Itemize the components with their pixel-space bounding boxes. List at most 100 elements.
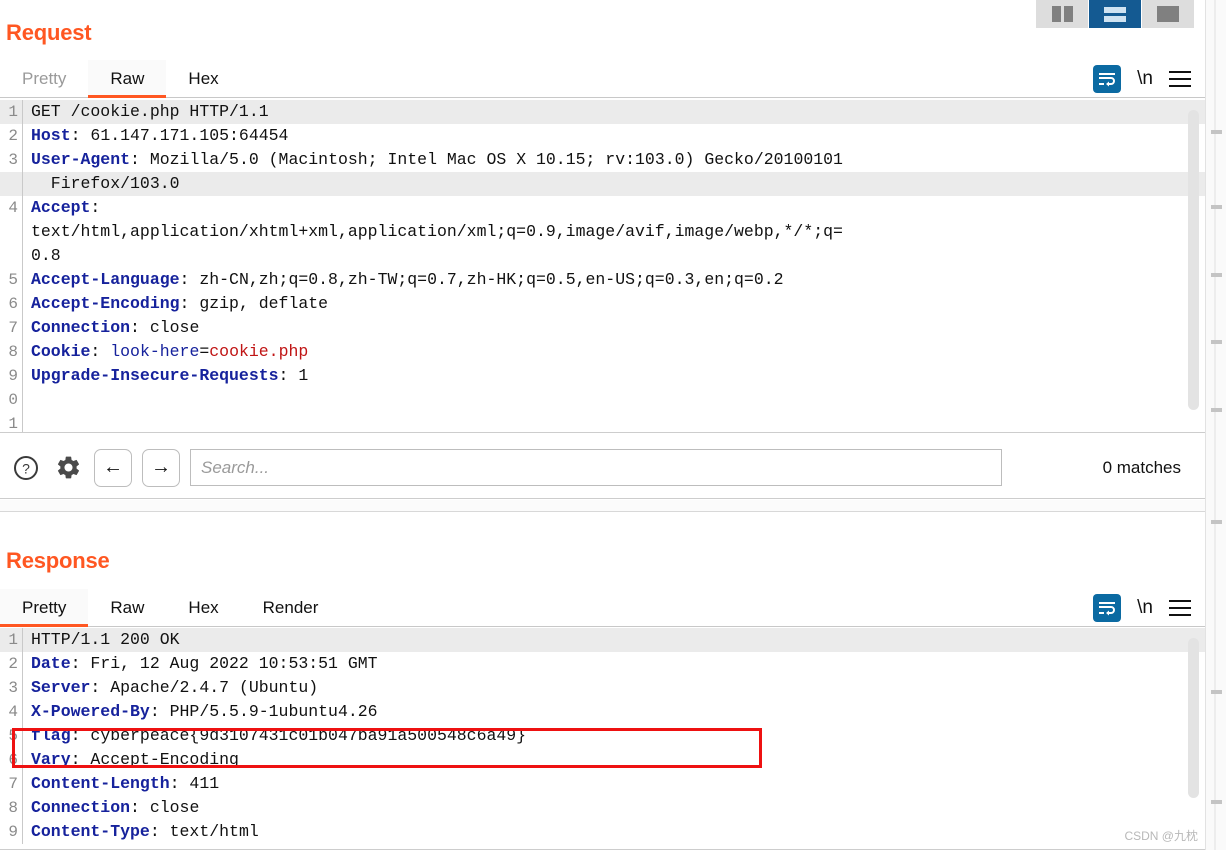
- code-segment: Cookie: [31, 342, 91, 361]
- code-line-text: flag: cyberpeace{9d3107431c01b047ba91a50…: [23, 724, 1205, 748]
- request-tab-pretty[interactable]: Pretty: [0, 60, 88, 97]
- response-tab-raw[interactable]: Raw: [88, 589, 166, 626]
- code-line-text: Connection: close: [23, 796, 1205, 820]
- code-segment: Connection: [31, 318, 131, 337]
- code-line-text: Cookie: look-here=cookie.php: [23, 340, 1205, 364]
- request-tab-actions: \n: [1093, 60, 1205, 97]
- gutter-separator: [22, 412, 23, 432]
- code-segment: : PHP/5.5.9-1ubuntu4.26: [149, 702, 378, 721]
- request-lines: 1 GET /cookie.php HTTP/1.1 2 Host: 61.147.1…: [0, 100, 1205, 432]
- code-line-text: Content-Length: 411: [23, 772, 1205, 796]
- word-wrap-icon[interactable]: [1093, 593, 1122, 622]
- code-line: 3 User-Agent: Mozilla/5.0 (Macintosh; Int…: [0, 148, 1205, 172]
- response-tab-pretty[interactable]: Pretty: [0, 589, 89, 627]
- scrollbar-tick: [1211, 340, 1222, 344]
- code-segment: Content-Length: [31, 774, 170, 793]
- search-input[interactable]: [190, 449, 1002, 486]
- window-scrollbar-track[interactable]: [1214, 0, 1216, 850]
- code-segment: : Accept-Encoding: [70, 750, 239, 769]
- code-segment: X-Powered-By: [31, 702, 150, 721]
- response-tab-hex[interactable]: Hex: [166, 589, 240, 626]
- request-scrollbar[interactable]: [1188, 106, 1199, 427]
- line-number: 5: [8, 271, 18, 289]
- code-line-text: HTTP/1.1 200 OK: [23, 628, 1205, 652]
- scrollbar-tick: [1211, 408, 1222, 412]
- response-scrollbar-thumb[interactable]: [1188, 638, 1199, 798]
- line-number: 8: [8, 799, 18, 817]
- code-segment: Connection: [31, 798, 131, 817]
- panel-divider: [0, 500, 1205, 512]
- line-number: 3: [8, 151, 18, 169]
- request-code-area[interactable]: 1 GET /cookie.php HTTP/1.1 2 Host: 61.147.1…: [0, 100, 1205, 433]
- layout-single-pane-button[interactable]: [1142, 0, 1194, 28]
- response-menu-icon[interactable]: [1169, 599, 1191, 616]
- code-segment: look-here: [110, 342, 200, 361]
- code-line: 0.8: [0, 244, 1205, 268]
- code-segment: : close: [130, 318, 200, 337]
- response-scrollbar[interactable]: [1188, 634, 1199, 844]
- line-number: 6: [8, 295, 18, 313]
- request-tabbar: Pretty Raw Hex \n: [0, 60, 1205, 98]
- line-number: 4: [8, 199, 18, 217]
- request-scrollbar-thumb[interactable]: [1188, 110, 1199, 410]
- code-line: 4 Accept:: [0, 196, 1205, 220]
- code-segment: :: [90, 198, 101, 217]
- code-line-text: Host: 61.147.171.105:64454: [23, 124, 1205, 148]
- code-line: 9 Upgrade-Insecure-Requests: 1: [0, 364, 1205, 388]
- line-number: 1: [8, 631, 18, 649]
- help-icon[interactable]: ?: [10, 452, 42, 484]
- line-number: 9: [8, 367, 18, 385]
- request-tab-hex[interactable]: Hex: [166, 60, 240, 97]
- layout-horizontal-split-button[interactable]: [1089, 0, 1141, 28]
- code-line-text: Accept-Encoding: gzip, deflate: [23, 292, 1205, 316]
- request-tab-raw[interactable]: Raw: [88, 60, 167, 98]
- code-line: 4 X-Powered-By: PHP/5.5.9-1ubuntu4.26: [0, 700, 1205, 724]
- code-line: 6 Accept-Encoding: gzip, deflate: [0, 292, 1205, 316]
- horizontal-split-icon: [1104, 6, 1126, 22]
- code-line-text: Accept:: [23, 196, 1205, 220]
- response-tabbar: Pretty Raw Hex Render \n: [0, 589, 1205, 627]
- code-line: 2 Host: 61.147.171.105:64454: [0, 124, 1205, 148]
- response-tab-render[interactable]: Render: [241, 589, 341, 626]
- window-scrollbar[interactable]: [1205, 0, 1226, 850]
- code-segment: : gzip, deflate: [179, 294, 329, 313]
- code-line-text: Server: Apache/2.4.7 (Ubuntu): [23, 676, 1205, 700]
- line-number: 8: [8, 343, 18, 361]
- code-line-text: text/html,application/xhtml+xml,applicat…: [23, 220, 1205, 244]
- code-line-text: Date: Fri, 12 Aug 2022 10:53:51 GMT: [23, 652, 1205, 676]
- code-segment: Accept: [31, 198, 91, 217]
- code-segment: : Apache/2.4.7 (Ubuntu): [90, 678, 319, 697]
- code-line: 5 flag: cyberpeace{9d3107431c01b047ba91a5…: [0, 724, 1205, 748]
- request-menu-icon[interactable]: [1169, 70, 1191, 87]
- code-segment: Upgrade-Insecure-Requests: [31, 366, 279, 385]
- code-segment: 0.8: [31, 246, 61, 265]
- layout-vertical-split-button[interactable]: [1036, 0, 1088, 28]
- code-line-text: Accept-Language: zh-CN,zh;q=0.8,zh-TW;q=…: [23, 268, 1205, 292]
- request-panel-title: Request: [6, 20, 92, 45]
- code-segment: GET /cookie.php HTTP/1.1: [31, 102, 269, 121]
- code-segment: : 411: [169, 774, 220, 793]
- code-line-text: Vary: Accept-Encoding: [23, 748, 1205, 772]
- code-segment: flag: [31, 726, 71, 745]
- scrollbar-tick: [1211, 130, 1222, 134]
- response-panel-title: Response: [6, 548, 110, 573]
- word-wrap-icon[interactable]: [1093, 64, 1122, 93]
- search-prev-button[interactable]: ←: [94, 448, 132, 487]
- scrollbar-tick: [1211, 205, 1222, 209]
- code-segment: : Mozilla/5.0 (Macintosh; Intel Mac OS X…: [130, 150, 843, 169]
- gear-icon[interactable]: [52, 452, 84, 484]
- code-line: 1 HTTP/1.1 200 OK: [0, 628, 1205, 652]
- line-number: 7: [8, 319, 18, 337]
- newline-toggle[interactable]: \n: [1137, 597, 1153, 619]
- line-number: 7: [8, 775, 18, 793]
- line-number: 5: [8, 727, 18, 745]
- scrollbar-tick: [1211, 800, 1222, 804]
- request-search-toolbar: ? ← → 0 matches: [0, 437, 1205, 499]
- code-line-text: Firefox/103.0: [23, 172, 1205, 196]
- response-code-area[interactable]: 1 HTTP/1.1 200 OK 2 Date: Fri, 12 Aug 2022 …: [0, 628, 1205, 850]
- code-line: 1 GET /cookie.php HTTP/1.1: [0, 100, 1205, 124]
- newline-toggle[interactable]: \n: [1137, 68, 1153, 90]
- code-segment: Host: [31, 126, 71, 145]
- code-segment: text/html,application/xhtml+xml,applicat…: [31, 222, 843, 241]
- search-next-button[interactable]: →: [142, 448, 180, 487]
